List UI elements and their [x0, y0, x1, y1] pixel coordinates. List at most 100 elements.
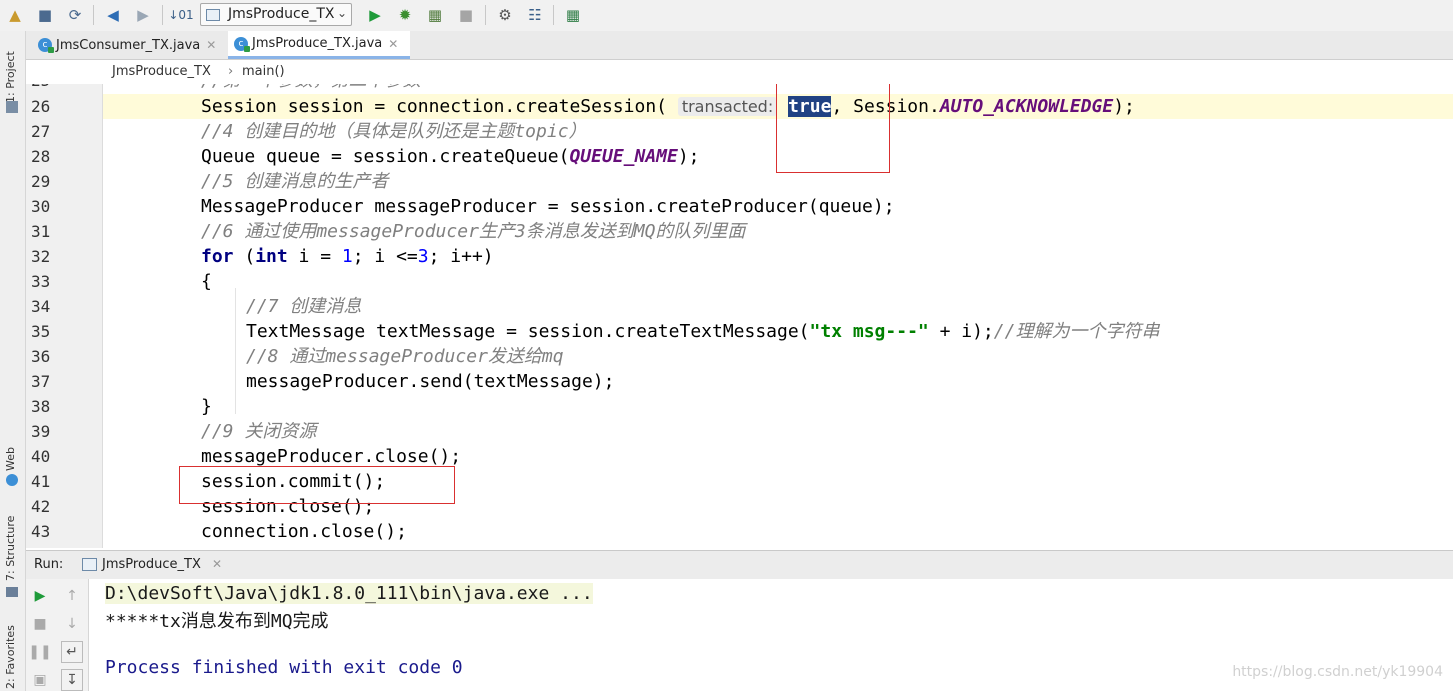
chevron-down-icon: ⌄	[336, 6, 347, 20]
code-line: 36 //8 通过messageProducer发送给mq	[31, 344, 1453, 369]
line-number: 36	[31, 347, 51, 366]
line-number: 33	[31, 272, 51, 291]
parameter-hint: transacted:	[677, 97, 778, 116]
java-class-icon: c	[38, 38, 54, 53]
code-line: 27 //4 创建目的地（具体是队列还是主题topic）	[31, 119, 1453, 144]
web-icon	[6, 474, 18, 486]
project-tool-tab[interactable]: 1: Project	[4, 51, 17, 103]
line-number: 29	[31, 172, 51, 191]
code-text: //7 创建消息	[246, 296, 362, 317]
code-text: //第一个参数，第二个参数	[201, 84, 421, 93]
java-class-icon: c	[234, 36, 250, 52]
stop-icon[interactable]: ■	[455, 4, 477, 26]
code-text: connection.close();	[201, 521, 407, 542]
console-line: D:\devSoft\Java\jdk1.8.0_111\bin\java.ex…	[105, 583, 593, 604]
structure-icon	[6, 587, 18, 597]
line-number: 30	[31, 197, 51, 216]
code-line: 32 for (int i = 1; i <=3; i++)	[31, 244, 1453, 269]
line-number: 32	[31, 247, 51, 266]
code-line: 39 //9 关闭资源	[31, 419, 1453, 444]
run-config-icon	[82, 558, 97, 571]
code-text: //8 通过messageProducer发送给mq	[246, 346, 564, 367]
watermark: https://blog.csdn.net/yk19904	[1232, 664, 1443, 680]
structure-tool-tab[interactable]: 7: Structure	[4, 516, 17, 581]
tab-label: JmsProduce_TX.java	[252, 36, 383, 51]
code-text: Queue queue = session.createQueue(QUEUE_…	[201, 146, 700, 167]
project-structure-icon[interactable]: ⚙	[494, 4, 516, 26]
code-editor[interactable]: ☀ 25 //第一个参数，第二个参数 26 Session session = …	[26, 84, 1453, 548]
breadcrumb-class[interactable]: JmsProduce_TX	[112, 64, 211, 79]
run-icon[interactable]: ▶	[364, 4, 386, 26]
code-line: 43 connection.close();	[31, 519, 1453, 544]
toolbar-divider	[93, 5, 94, 25]
scroll-end-icon[interactable]: ↧	[61, 669, 83, 691]
sync-icon[interactable]: ⟳	[64, 4, 86, 26]
save-icon[interactable]: ■	[34, 4, 56, 26]
line-number: 34	[31, 297, 51, 316]
line-number: 37	[31, 372, 51, 391]
code-line: 33 {	[31, 269, 1453, 294]
code-text: //9 关闭资源	[201, 421, 317, 442]
run-panel-toolbar: ▶ ↑ ■ ↓ ❚❚ ↵ ▣ ↧	[26, 579, 89, 691]
close-icon[interactable]: ✕	[206, 38, 216, 52]
forward-icon[interactable]: ▶	[132, 4, 154, 26]
camera-icon[interactable]: ▣	[29, 669, 51, 691]
code-area[interactable]: 25 //第一个参数，第二个参数 26 Session session = co…	[31, 84, 1453, 548]
breadcrumb: JmsProduce_TX › main()	[26, 60, 1453, 85]
debug-icon[interactable]: ✹	[394, 4, 416, 26]
line-number: 40	[31, 447, 51, 466]
run-tab-label[interactable]: JmsProduce_TX	[102, 557, 201, 572]
line-number: 43	[31, 522, 51, 541]
line-number: 35	[31, 322, 51, 341]
line-number: 41	[31, 472, 51, 491]
pause-icon[interactable]: ❚❚	[28, 641, 51, 663]
stop-icon[interactable]: ■	[29, 613, 51, 635]
code-line: 37 messageProducer.send(textMessage);	[31, 369, 1453, 394]
run-panel-header: Run: JmsProduce_TX ✕	[26, 550, 1453, 580]
code-text: //5 创建消息的生产者	[201, 171, 389, 192]
vcs-icon[interactable]: ▦	[562, 4, 584, 26]
toolbar-divider	[485, 5, 486, 25]
code-text: TextMessage textMessage = session.create…	[246, 321, 1160, 342]
code-text: session.commit();	[201, 471, 386, 492]
open-folder-icon[interactable]: ▲	[4, 4, 26, 26]
settings-icon[interactable]: ☷	[524, 4, 546, 26]
up-arrow-icon[interactable]: ↑	[61, 585, 83, 607]
editor-tab-bar: c JmsConsumer_TX.java ✕ c JmsProduce_TX.…	[26, 31, 1453, 60]
code-text: messageProducer.send(textMessage);	[246, 371, 615, 392]
tab-jmsconsumer[interactable]: c JmsConsumer_TX.java ✕	[34, 31, 226, 59]
left-tool-strip: 1: Project Web 7: Structure 2: Favorites	[0, 31, 26, 691]
main-toolbar: ▲ ■ ⟳ ◀ ▶ ↓01 JmsProduce_TX ⌄ ▶ ✹ ▦ ■ ⚙ …	[0, 0, 1453, 32]
code-line: 29 //5 创建消息的生产者	[31, 169, 1453, 194]
line-number: 26	[31, 97, 51, 116]
console-line: *****tx消息发布到MQ完成	[105, 611, 329, 632]
rerun-icon[interactable]: ▶	[29, 585, 51, 607]
console-line: Process finished with exit code 0	[105, 657, 463, 678]
code-line: 41 session.commit();	[31, 469, 1453, 494]
build-icon[interactable]: ↓01	[168, 4, 193, 26]
tab-label: JmsConsumer_TX.java	[56, 37, 201, 53]
toolbar-divider	[162, 5, 163, 25]
web-tool-tab[interactable]: Web	[4, 447, 17, 471]
selected-text[interactable]: true	[788, 96, 832, 117]
coverage-icon[interactable]: ▦	[424, 4, 446, 26]
wrap-icon[interactable]: ↵	[61, 641, 83, 663]
code-line: 40 messageProducer.close();	[31, 444, 1453, 469]
line-number: 25	[31, 84, 61, 90]
close-icon[interactable]: ✕	[388, 37, 398, 51]
code-text: for (int i = 1; i <=3; i++)	[201, 246, 494, 267]
code-line: 35 TextMessage textMessage = session.cre…	[31, 319, 1453, 344]
close-icon[interactable]: ✕	[212, 557, 222, 571]
favorites-tool-tab[interactable]: 2: Favorites	[4, 625, 17, 689]
line-number: 42	[31, 497, 51, 516]
line-number: 39	[31, 422, 51, 441]
back-icon[interactable]: ◀	[102, 4, 124, 26]
breadcrumb-method[interactable]: main()	[242, 64, 285, 79]
run-config-label: JmsProduce_TX	[228, 6, 335, 22]
line-number: 27	[31, 122, 51, 141]
code-line: 28 Queue queue = session.createQueue(QUE…	[31, 144, 1453, 169]
code-text: //4 创建目的地（具体是队列还是主题topic）	[201, 121, 587, 142]
tab-jmsproduce[interactable]: c JmsProduce_TX.java ✕	[228, 31, 410, 59]
run-config-selector[interactable]: JmsProduce_TX ⌄	[200, 3, 352, 26]
down-arrow-icon[interactable]: ↓	[61, 613, 83, 635]
